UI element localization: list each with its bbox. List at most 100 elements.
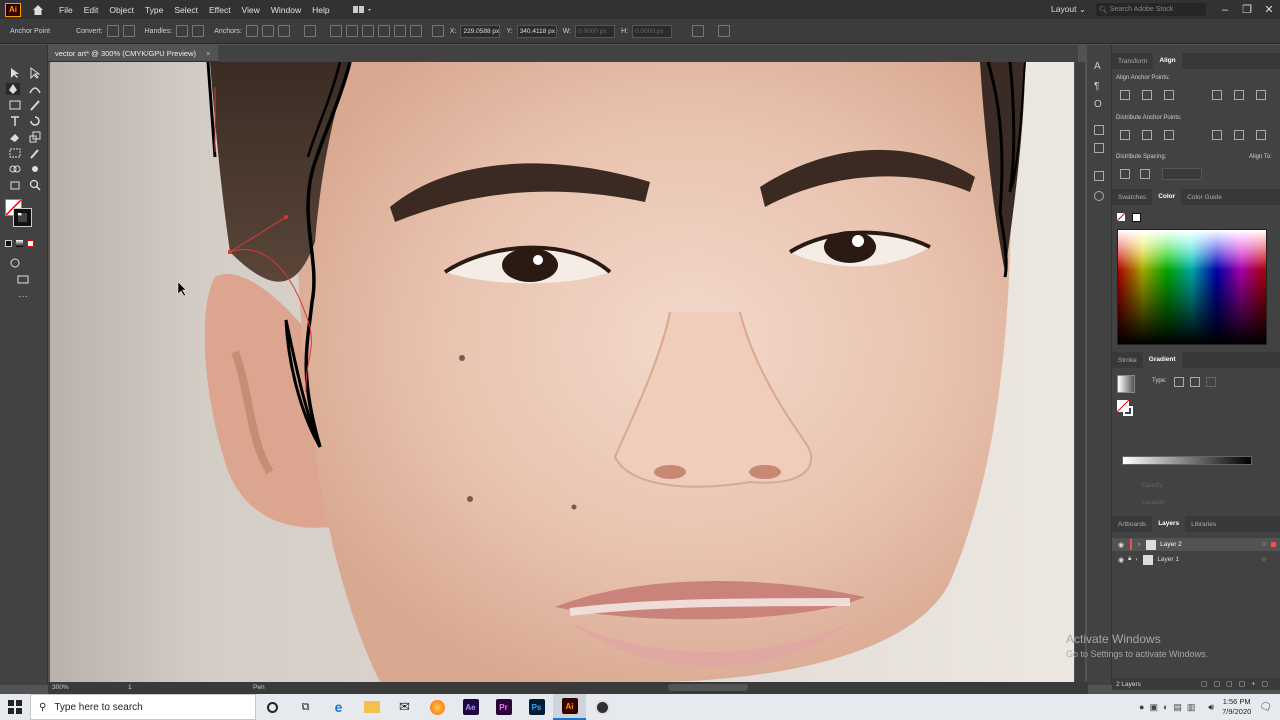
screen-mode-icon[interactable] — [16, 273, 30, 285]
linear-gradient-icon[interactable] — [1174, 377, 1184, 387]
tab-libraries[interactable]: Libraries — [1185, 521, 1222, 528]
gradient-mode-icon[interactable] — [16, 240, 23, 247]
options-icon[interactable] — [718, 25, 731, 37]
align-hcenter-anchor-icon[interactable] — [1142, 90, 1152, 100]
zoom-tool-icon[interactable] — [28, 179, 42, 191]
transform-icon[interactable] — [303, 25, 316, 37]
w-field[interactable]: 0.0000 px — [575, 24, 616, 38]
photoshop-icon[interactable]: Ps — [520, 694, 553, 720]
distribute-vcenter-icon[interactable] — [1142, 130, 1152, 140]
workspace-switcher[interactable]: Layout ⌄ — [1051, 4, 1086, 15]
target-icon[interactable]: ○ — [1262, 541, 1266, 548]
artboard-tool-icon[interactable] — [8, 179, 22, 191]
layer-name[interactable]: Layer 2 — [1160, 541, 1182, 548]
convert-smooth-icon[interactable] — [122, 25, 135, 37]
expand-arrow-icon[interactable]: › — [1135, 557, 1137, 563]
spacing-input[interactable] — [1162, 168, 1202, 180]
horizontal-spacing-icon[interactable] — [1140, 169, 1150, 179]
distribute-top-icon[interactable] — [1120, 130, 1130, 140]
reference-point-icon[interactable] — [431, 25, 444, 37]
pen-tool-icon[interactable] — [6, 83, 20, 95]
gradient-stroke-icon[interactable] — [1123, 406, 1133, 416]
tray-icons[interactable]: ●▣◐▤▥ — [1139, 702, 1200, 713]
align-left-anchor-icon[interactable] — [1120, 90, 1130, 100]
tab-color[interactable]: Color — [1152, 189, 1182, 205]
isolate-icon[interactable] — [692, 25, 705, 37]
remove-anchor-icon[interactable] — [245, 25, 258, 37]
curvature-tool-icon[interactable] — [28, 83, 42, 95]
restore-icon[interactable]: ❐ — [1236, 3, 1258, 16]
close-tab-icon[interactable]: × — [206, 49, 210, 58]
rotate-tool-icon[interactable] — [28, 115, 42, 127]
taskbar-search-input[interactable]: ⚲ Type here to search — [30, 694, 256, 720]
clock[interactable]: 1:56 PM 7/9/2020 — [1222, 697, 1251, 717]
shape-builder-tool-icon[interactable] — [8, 163, 22, 175]
draw-mode-icon[interactable] — [8, 257, 22, 269]
cortana-icon[interactable] — [256, 694, 289, 720]
menu-effect[interactable]: Effect — [209, 5, 231, 15]
rectangle-tool-icon[interactable] — [8, 99, 22, 111]
selection-tool-icon[interactable] — [8, 67, 22, 79]
gradient-preview[interactable] — [1117, 375, 1135, 393]
after-effects-icon[interactable]: Ae — [454, 694, 487, 720]
obs-icon[interactable] — [586, 694, 619, 720]
menu-help[interactable]: Help — [312, 5, 329, 15]
character-icon[interactable]: A — [1094, 61, 1104, 72]
stroke-swatch[interactable] — [13, 208, 32, 227]
windows-start-icon[interactable] — [0, 694, 30, 720]
horizontal-scrollbar[interactable] — [668, 684, 748, 691]
menu-window[interactable]: Window — [271, 5, 301, 15]
notifications-icon[interactable]: 🗨︎ — [1259, 702, 1272, 713]
eraser-tool-icon[interactable] — [8, 131, 22, 143]
align-bottom-anchor-icon[interactable] — [1256, 90, 1266, 100]
task-view-icon[interactable]: ⧉ — [289, 694, 322, 720]
menu-select[interactable]: Select — [174, 5, 198, 15]
premiere-icon[interactable]: Pr — [487, 694, 520, 720]
mail-icon[interactable]: ✉ — [388, 694, 421, 720]
align-right-anchor-icon[interactable] — [1164, 90, 1174, 100]
cut-path-icon[interactable] — [277, 25, 290, 37]
home-icon[interactable] — [31, 3, 45, 17]
connect-anchor-icon[interactable] — [261, 25, 274, 37]
file-explorer-icon[interactable] — [355, 694, 388, 720]
transparency-icon[interactable] — [1094, 171, 1104, 181]
fill-none-icon[interactable] — [1116, 212, 1126, 222]
gradient-slider[interactable] — [1122, 456, 1252, 465]
layer-actions-icons[interactable]: ▢▢▢▢+▢ — [1201, 680, 1274, 688]
hide-handles-icon[interactable] — [192, 25, 205, 37]
menu-edit[interactable]: Edit — [84, 5, 99, 15]
tab-artboards[interactable]: Artboards — [1112, 521, 1152, 528]
selection-indicator[interactable] — [1271, 542, 1276, 547]
tab-align[interactable]: Align — [1153, 53, 1182, 69]
show-handles-icon[interactable] — [176, 25, 189, 37]
appearance-icon[interactable] — [1094, 125, 1104, 135]
document-tab[interactable]: vector art* @ 300% (CMYK/GPU Preview) × — [48, 45, 218, 62]
close-icon[interactable]: ✕ — [1258, 3, 1280, 16]
align-center-icon[interactable] — [345, 25, 358, 37]
menu-object[interactable]: Object — [109, 5, 134, 15]
opentype-icon[interactable]: O — [1094, 99, 1104, 110]
stroke-mini-icon[interactable] — [1132, 213, 1141, 222]
align-top-icon[interactable] — [377, 25, 390, 37]
eyedropper-tool-icon[interactable] — [28, 147, 42, 159]
artboard-canvas[interactable] — [50, 62, 1074, 682]
menu-type[interactable]: Type — [145, 5, 163, 15]
align-top-anchor-icon[interactable] — [1212, 90, 1222, 100]
minimize-icon[interactable]: – — [1214, 4, 1236, 16]
freeform-gradient-icon[interactable] — [1206, 377, 1216, 387]
tab-transform[interactable]: Transform — [1112, 58, 1153, 65]
menu-view[interactable]: View — [242, 5, 260, 15]
free-transform-tool-icon[interactable] — [8, 147, 22, 159]
align-left-icon[interactable] — [329, 25, 342, 37]
stock-search-input[interactable]: 🔍︎ Search Adobe Stock — [1096, 3, 1206, 16]
h-field[interactable]: 0.0000 px — [632, 24, 673, 38]
tab-gradient[interactable]: Gradient — [1142, 352, 1182, 368]
arrange-documents-icon[interactable] — [352, 4, 374, 16]
radial-gradient-icon[interactable] — [1190, 377, 1200, 387]
distribute-bottom-icon[interactable] — [1164, 130, 1174, 140]
expand-arrow-icon[interactable]: › — [1138, 542, 1140, 548]
color-spectrum[interactable] — [1117, 229, 1267, 345]
firefox-icon[interactable] — [421, 694, 454, 720]
align-bottom-icon[interactable] — [409, 25, 422, 37]
more-tools-icon[interactable]: ··· — [18, 291, 28, 302]
